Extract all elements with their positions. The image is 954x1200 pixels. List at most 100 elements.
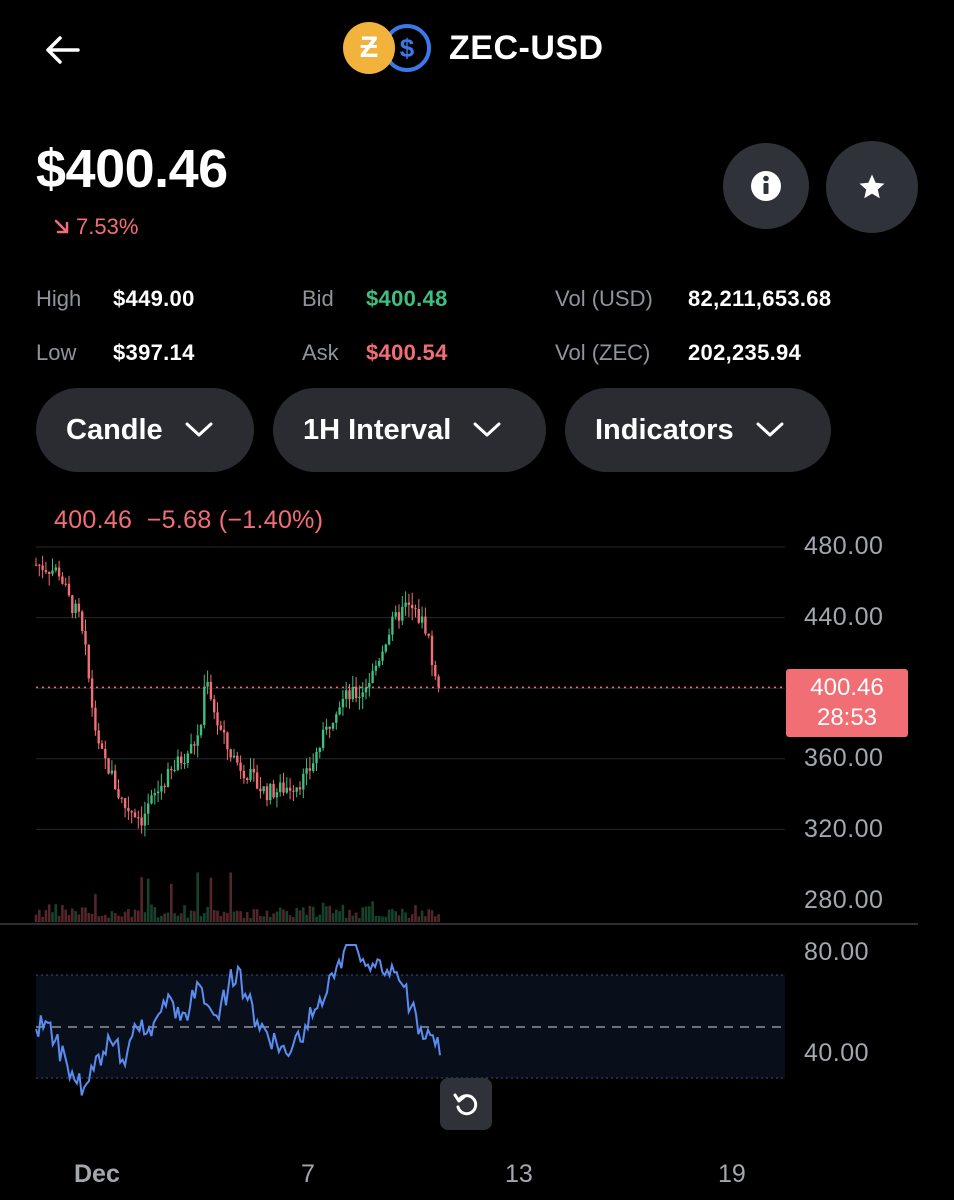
candle-body	[381, 651, 384, 661]
volume-bar	[232, 911, 236, 922]
candle-body	[137, 817, 140, 819]
candle-body	[338, 707, 341, 715]
candle-body	[318, 747, 321, 752]
bid-label: Bid	[302, 286, 334, 311]
candle-body	[143, 813, 147, 826]
volume-bar	[196, 872, 199, 922]
volume-bar	[321, 902, 325, 922]
candle-body	[219, 725, 222, 730]
volume-bar	[163, 913, 166, 922]
reset-chart-button[interactable]	[440, 1078, 492, 1130]
candle-body	[285, 787, 288, 793]
volume-bar	[110, 911, 114, 922]
volume-bar	[318, 914, 322, 922]
candle-body	[361, 692, 364, 697]
volume-bar	[219, 916, 223, 922]
candle-body	[252, 768, 255, 773]
candle-body	[262, 786, 265, 792]
candle-body	[315, 751, 318, 764]
candle-body	[279, 782, 282, 793]
candle-body	[107, 758, 110, 774]
candle-body	[147, 803, 150, 814]
chart-type-dropdown[interactable]: Candle	[36, 388, 254, 472]
candle-body	[272, 783, 275, 798]
volume-bar	[209, 877, 213, 922]
arrow-down-right-icon	[54, 219, 69, 234]
volume-bar	[262, 916, 265, 922]
volume-bar	[434, 916, 437, 922]
top-bar: Ƶ $ ZEC-USD	[0, 0, 954, 100]
volume-bar	[176, 915, 180, 922]
interval-dropdown[interactable]: 1H Interval	[273, 388, 546, 472]
chart-type-label: Candle	[66, 413, 163, 446]
candle-body	[364, 687, 368, 693]
volume-bar	[183, 905, 186, 922]
back-button[interactable]	[40, 30, 84, 70]
volume-bar	[170, 883, 173, 922]
y-tick-label: 280.00	[804, 886, 884, 914]
volume-bar	[133, 909, 137, 922]
candle-body	[430, 635, 434, 666]
candle-body	[183, 763, 186, 765]
candle-body	[104, 748, 107, 759]
volume-bar	[166, 912, 170, 922]
info-button[interactable]	[723, 143, 809, 229]
candle-body	[302, 773, 305, 790]
candle-body	[133, 812, 137, 818]
volume-bar	[74, 911, 77, 922]
volume-bar	[34, 914, 38, 922]
candle-body	[114, 770, 117, 790]
volume-bar	[222, 911, 226, 922]
candle-body	[394, 612, 397, 617]
volume-bar	[341, 904, 345, 922]
y-tick-label: 320.00	[804, 815, 884, 843]
volume-bar	[179, 913, 183, 922]
candle-body	[358, 696, 361, 698]
volume-bar	[193, 911, 196, 922]
candle-body	[193, 744, 196, 746]
candle-body	[242, 770, 246, 779]
volume-bar	[377, 915, 381, 922]
arrow-left-icon	[46, 36, 80, 64]
x-tick-label: 7	[301, 1160, 315, 1188]
candle-body	[249, 768, 252, 780]
ohlc-change-pct: (−1.40%)	[218, 506, 324, 534]
candle-body	[222, 729, 226, 733]
chevron-down-icon	[473, 422, 501, 437]
volume-bar	[107, 917, 110, 922]
candle-body	[51, 570, 54, 574]
volume-bar	[285, 911, 289, 922]
ask-label: Ask	[302, 340, 339, 365]
x-tick-label: 19	[718, 1160, 746, 1188]
indicators-dropdown[interactable]: Indicators	[565, 388, 831, 472]
bid-value: $400.48	[366, 286, 448, 311]
ohlc-header: 400.46 −5.68 (−1.40%)	[54, 506, 323, 535]
candle-body	[345, 690, 348, 699]
candle-body	[246, 778, 249, 780]
volume-bar	[348, 909, 351, 922]
candle-body	[328, 726, 331, 729]
volume-bar	[427, 909, 430, 922]
volume-bar	[41, 916, 44, 922]
favorite-button[interactable]	[826, 141, 918, 233]
refresh-icon	[453, 1093, 478, 1116]
volume-bar	[374, 915, 378, 922]
candle-body	[160, 785, 163, 792]
vol-usd-value: 82,211,653.68	[688, 286, 832, 311]
volume-bar	[51, 912, 54, 922]
indicator-y-tick-label: 40.00	[804, 1039, 870, 1067]
candle-body	[282, 782, 285, 793]
candle-body	[391, 616, 394, 635]
volume-bar	[437, 914, 440, 922]
volume-bar	[344, 917, 348, 922]
volume-bar	[226, 913, 229, 922]
current-price-tag: 400.46 28:53	[786, 669, 908, 737]
volume-bar	[361, 907, 364, 922]
volume-bar	[404, 912, 407, 922]
volume-bar	[414, 905, 417, 922]
candle-body	[378, 660, 381, 666]
candle-body	[341, 698, 345, 708]
candle-body	[213, 699, 216, 713]
volume-bar	[229, 872, 232, 922]
candle-body	[186, 753, 189, 764]
